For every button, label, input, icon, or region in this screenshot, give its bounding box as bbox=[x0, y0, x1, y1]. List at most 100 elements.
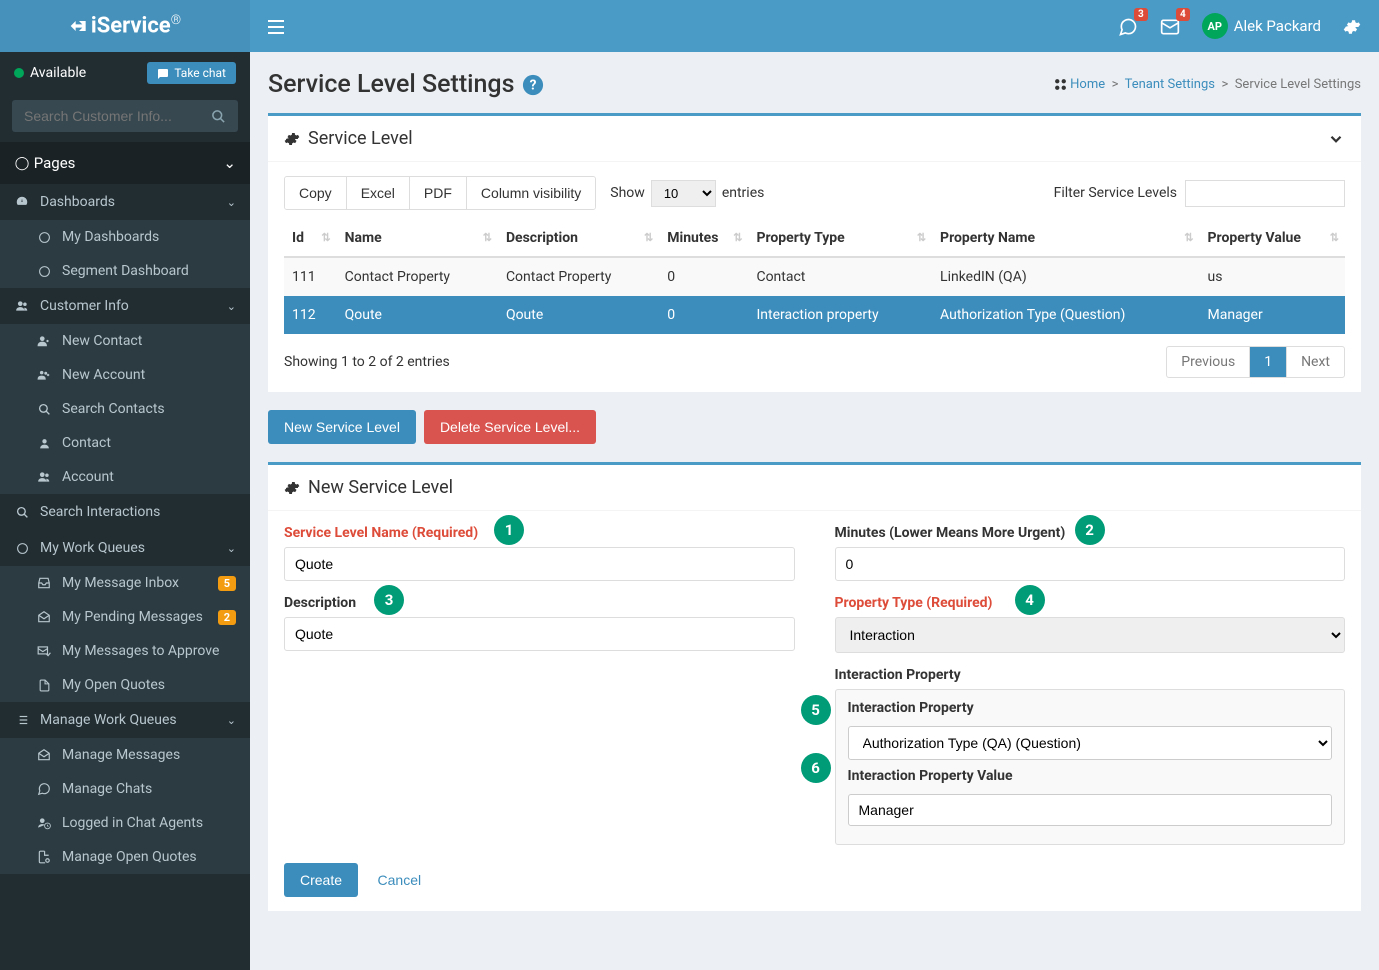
column-visibility-button[interactable]: Column visibility bbox=[467, 177, 595, 209]
minutes-input[interactable] bbox=[835, 547, 1346, 581]
col-id[interactable]: Id⇅ bbox=[284, 220, 337, 257]
nav-sub-manage-open-quotes[interactable]: Manage Open Quotes bbox=[0, 840, 250, 874]
nav-label: Search Interactions bbox=[40, 504, 160, 520]
settings-button[interactable] bbox=[1343, 16, 1361, 37]
status-text: Available bbox=[30, 65, 86, 81]
interaction-property-value-input[interactable] bbox=[848, 794, 1333, 826]
nav-sub-my-pending-messages[interactable]: My Pending Messages2 bbox=[0, 600, 250, 634]
page-title: Service Level Settings bbox=[268, 70, 514, 99]
nav-label: My Work Queues bbox=[40, 540, 145, 556]
chat-badge: 3 bbox=[1134, 8, 1148, 21]
nav-label: My Open Quotes bbox=[62, 677, 165, 693]
nav-search-interactions[interactable]: Search Interactions bbox=[0, 494, 250, 530]
copy-button[interactable]: Copy bbox=[285, 177, 347, 209]
user-clock-icon bbox=[36, 816, 52, 831]
nav-sub-manage-chats[interactable]: Manage Chats bbox=[0, 772, 250, 806]
col-name[interactable]: Name⇅ bbox=[337, 220, 498, 257]
interaction-property-label: Interaction Property bbox=[848, 700, 1333, 716]
search-box[interactable] bbox=[12, 100, 238, 132]
pager-prev[interactable]: Previous bbox=[1167, 347, 1250, 377]
nav-my-work-queues[interactable]: My Work Queues ⌄ bbox=[0, 530, 250, 566]
table-row[interactable]: 111Contact PropertyContact Property0Cont… bbox=[284, 257, 1345, 296]
table-row[interactable]: 112QouteQoute0Interaction propertyAuthor… bbox=[284, 296, 1345, 334]
user-plus-icon bbox=[36, 334, 52, 349]
breadcrumb-tenant[interactable]: Tenant Settings bbox=[1125, 77, 1215, 92]
take-chat-button[interactable]: Take chat bbox=[147, 62, 236, 84]
nav-sub-new-account[interactable]: New Account bbox=[0, 358, 250, 392]
chevron-icon: ⌄ bbox=[227, 714, 236, 727]
nav-sub-my-dashboards[interactable]: My Dashboards bbox=[0, 220, 250, 254]
nav-dashboards[interactable]: Dashboards⌄ bbox=[0, 184, 250, 220]
pages-header[interactable]: ◯ Pages ⌄ bbox=[0, 142, 250, 184]
mail-notifications[interactable]: 4 bbox=[1160, 15, 1180, 36]
circle-icon: ◯ bbox=[14, 156, 30, 171]
chevron-icon: ⌄ bbox=[227, 542, 236, 555]
pager-page-1[interactable]: 1 bbox=[1250, 347, 1287, 377]
nav-label: New Contact bbox=[62, 333, 142, 349]
avatar: AP bbox=[1202, 13, 1228, 39]
panel-collapse[interactable] bbox=[1327, 128, 1345, 149]
user-name: Alek Packard bbox=[1234, 17, 1321, 35]
tachometer-icon bbox=[14, 195, 30, 210]
sort-icon: ⇅ bbox=[644, 234, 653, 242]
property-type-select[interactable]: Interaction bbox=[835, 617, 1346, 653]
nav-sub-my-open-quotes[interactable]: My Open Quotes bbox=[0, 668, 250, 702]
name-input[interactable] bbox=[284, 547, 795, 581]
nav-manage-work-queues[interactable]: Manage Work Queues⌄ bbox=[0, 702, 250, 738]
search-icon bbox=[211, 109, 226, 124]
sidebar-toggle[interactable] bbox=[250, 16, 302, 37]
nav-sub-account[interactable]: Account bbox=[0, 460, 250, 494]
count-badge: 2 bbox=[218, 610, 236, 625]
filter-label: Filter Service Levels bbox=[1054, 185, 1177, 201]
nav-sub-my-messages-to-approve[interactable]: My Messages to Approve bbox=[0, 634, 250, 668]
interaction-property-value-label: Interaction Property Value bbox=[848, 768, 1333, 784]
chevron-icon: ⌄ bbox=[227, 196, 236, 209]
excel-button[interactable]: Excel bbox=[347, 177, 410, 209]
nav-customer-info[interactable]: Customer Info⌄ bbox=[0, 288, 250, 324]
nav-label: Manage Chats bbox=[62, 781, 152, 797]
col-ptype[interactable]: Property Type⇅ bbox=[748, 220, 932, 257]
chat-notifications[interactable]: 3 bbox=[1118, 15, 1138, 36]
col-pname[interactable]: Property Name⇅ bbox=[932, 220, 1199, 257]
cancel-button[interactable]: Cancel bbox=[362, 863, 438, 897]
circle-o-icon bbox=[36, 230, 52, 245]
pagination: Previous 1 Next bbox=[1166, 346, 1345, 378]
nav-sub-my-message-inbox[interactable]: My Message Inbox5 bbox=[0, 566, 250, 600]
interaction-property-select[interactable]: Authorization Type (QA) (Question) bbox=[848, 726, 1333, 760]
help-icon: ? bbox=[522, 74, 544, 96]
search-icon bbox=[36, 402, 52, 417]
chevron-down-icon bbox=[1327, 130, 1345, 148]
user-menu[interactable]: AP Alek Packard bbox=[1202, 13, 1321, 39]
nav-sub-new-contact[interactable]: New Contact bbox=[0, 324, 250, 358]
nav-label: My Message Inbox bbox=[62, 575, 179, 591]
entries-select[interactable]: 10 bbox=[651, 180, 716, 207]
nav-label: My Dashboards bbox=[62, 229, 159, 245]
nav-sub-search-contacts[interactable]: Search Contacts bbox=[0, 392, 250, 426]
new-service-level-button[interactable]: New Service Level bbox=[268, 410, 416, 444]
col-min[interactable]: Minutes⇅ bbox=[659, 220, 748, 257]
col-desc[interactable]: Description⇅ bbox=[498, 220, 659, 257]
filter-input[interactable] bbox=[1185, 180, 1345, 207]
breadcrumb-home[interactable]: Home bbox=[1070, 77, 1105, 92]
interaction-property-group-label: Interaction Property bbox=[835, 667, 1346, 683]
envelope-open-icon bbox=[36, 610, 52, 625]
user-icon bbox=[36, 436, 52, 451]
col-pval[interactable]: Property Value⇅ bbox=[1200, 220, 1346, 257]
nav-label: Contact bbox=[62, 435, 111, 451]
nav-sub-manage-messages[interactable]: Manage Messages bbox=[0, 738, 250, 772]
create-button[interactable]: Create bbox=[284, 863, 358, 897]
gear-icon bbox=[284, 477, 300, 498]
description-input[interactable] bbox=[284, 617, 795, 651]
callout-5: 5 bbox=[801, 695, 831, 725]
file-icon bbox=[36, 678, 52, 693]
nav-sub-contact[interactable]: Contact bbox=[0, 426, 250, 460]
delete-service-level-button[interactable]: Delete Service Level... bbox=[424, 410, 596, 444]
pager-next[interactable]: Next bbox=[1287, 347, 1344, 377]
topbar: iService® 3 4 AP Alek Packard bbox=[0, 0, 1379, 52]
nav-sub-logged-in-chat-agents[interactable]: Logged in Chat Agents bbox=[0, 806, 250, 840]
brand-logo[interactable]: iService® bbox=[0, 0, 250, 52]
nav-sub-segment-dashboard[interactable]: Segment Dashboard bbox=[0, 254, 250, 288]
help-button[interactable]: ? bbox=[522, 72, 544, 97]
pdf-button[interactable]: PDF bbox=[410, 177, 467, 209]
search-input[interactable] bbox=[24, 108, 211, 124]
